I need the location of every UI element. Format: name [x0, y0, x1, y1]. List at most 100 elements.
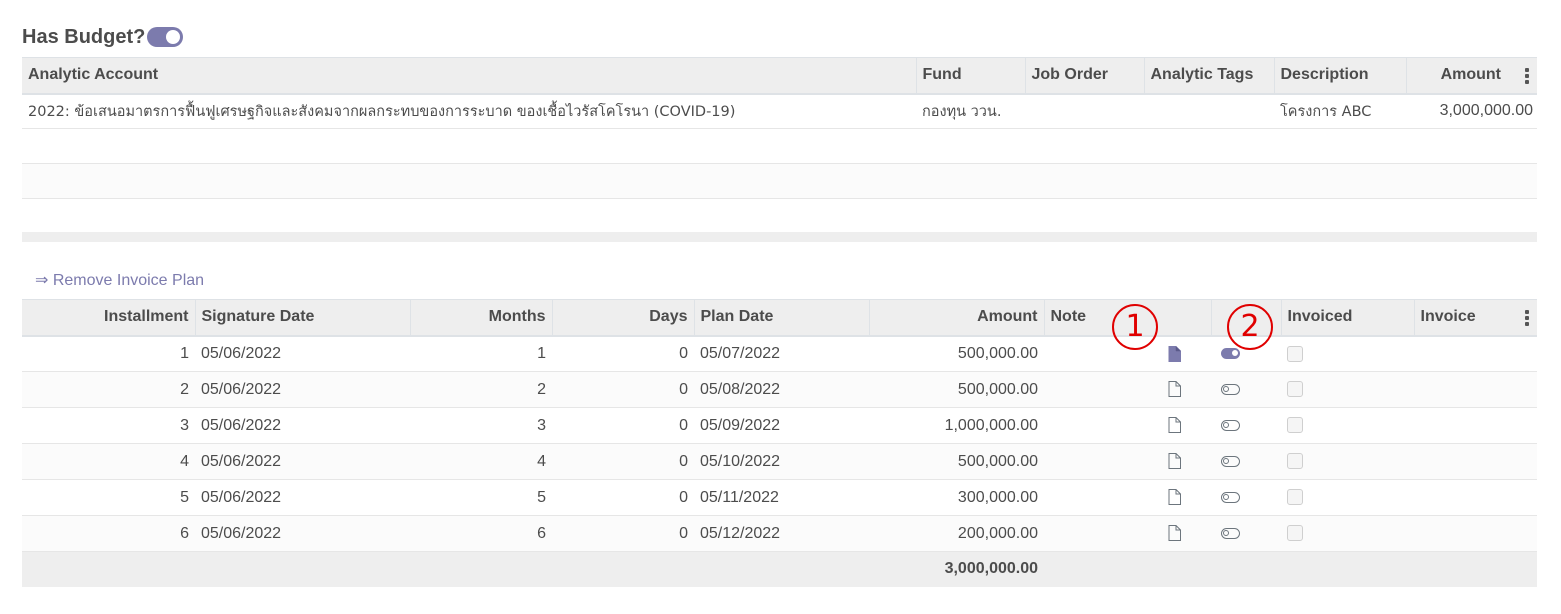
toggle-cell[interactable] [1211, 407, 1281, 444]
analytic-tags-cell[interactable] [1144, 93, 1274, 129]
installment-cell[interactable]: 3 [22, 407, 195, 444]
invoice-cell[interactable] [1414, 335, 1537, 372]
description-cell[interactable]: โครงการ ABC [1274, 93, 1406, 129]
col-description[interactable]: Description [1273, 57, 1406, 95]
document-icon[interactable] [1168, 453, 1181, 470]
invoice-cell[interactable] [1414, 515, 1537, 552]
has-budget-toggle[interactable] [147, 27, 184, 47]
note-cell[interactable] [1044, 371, 1211, 408]
note-cell[interactable] [1044, 515, 1211, 552]
plan-date-cell[interactable]: 05/09/2022 [694, 407, 869, 444]
days-cell[interactable]: 0 [552, 515, 694, 552]
document-icon[interactable] [1168, 489, 1181, 506]
table-row[interactable]: 3 05/06/2022 3 0 05/09/2022 1,000,000.00 [22, 407, 1537, 444]
toggle-icon[interactable] [1221, 348, 1240, 360]
invoiced-cell[interactable] [1281, 515, 1414, 552]
amount-cell[interactable]: 1,000,000.00 [869, 407, 1044, 444]
plan-date-cell[interactable]: 05/10/2022 [694, 443, 869, 480]
signature-date-cell[interactable]: 05/06/2022 [195, 335, 410, 372]
days-cell[interactable]: 0 [552, 443, 694, 480]
invoiced-checkbox[interactable] [1287, 489, 1303, 506]
table-row[interactable]: 2 05/06/2022 2 0 05/08/2022 500,000.00 [22, 371, 1537, 408]
installment-cell[interactable]: 4 [22, 443, 195, 480]
amount-cell[interactable]: 3,000,000.00 [1406, 93, 1537, 129]
table-row[interactable]: 4 05/06/2022 4 0 05/10/2022 500,000.00 [22, 443, 1537, 480]
table-row[interactable]: 1 05/06/2022 1 0 05/07/2022 500,000.00 [22, 335, 1537, 372]
col-analytic-account[interactable]: Analytic Account [22, 57, 916, 95]
table-row[interactable]: 6 05/06/2022 6 0 05/12/2022 200,000.00 [22, 515, 1537, 552]
signature-date-cell[interactable]: 05/06/2022 [195, 479, 410, 516]
document-icon[interactable] [1168, 525, 1181, 542]
document-icon[interactable] [1168, 417, 1181, 434]
toggle-icon[interactable] [1221, 455, 1240, 467]
months-cell[interactable]: 3 [410, 407, 552, 444]
kebab-menu-icon[interactable] [1525, 68, 1529, 84]
invoice-cell[interactable] [1414, 479, 1537, 516]
months-cell[interactable]: 4 [410, 443, 552, 480]
col-analytic-tags[interactable]: Analytic Tags [1143, 57, 1274, 95]
months-cell[interactable]: 1 [410, 335, 552, 372]
analytic-account-cell[interactable]: 2022: ข้อเสนอมาตรการฟื้นฟูเศรษฐกิจและสัง… [22, 93, 916, 129]
col-plan-date[interactable]: Plan Date [693, 299, 869, 337]
invoiced-checkbox[interactable] [1287, 453, 1303, 470]
col-months[interactable]: Months [409, 299, 552, 337]
col-amount[interactable]: Amount [1405, 57, 1537, 95]
note-cell[interactable] [1044, 407, 1211, 444]
table-row[interactable]: 5 05/06/2022 5 0 05/11/2022 300,000.00 [22, 479, 1537, 516]
toggle-icon[interactable] [1221, 383, 1240, 395]
note-cell[interactable] [1044, 479, 1211, 516]
toggle-icon[interactable] [1221, 527, 1240, 539]
plan-date-cell[interactable]: 05/11/2022 [694, 479, 869, 516]
col-installment[interactable]: Installment [22, 299, 195, 337]
col-signature-date[interactable]: Signature Date [194, 299, 410, 337]
toggle-cell[interactable] [1211, 443, 1281, 480]
amount-cell[interactable]: 200,000.00 [869, 515, 1044, 552]
toggle-cell[interactable] [1211, 371, 1281, 408]
days-cell[interactable]: 0 [552, 335, 694, 372]
remove-invoice-plan-link[interactable]: ⇒ Remove Invoice Plan [35, 270, 204, 290]
col-fund[interactable]: Fund [915, 57, 1025, 95]
days-cell[interactable]: 0 [552, 479, 694, 516]
invoiced-cell[interactable] [1281, 407, 1414, 444]
job-order-cell[interactable] [1025, 93, 1144, 129]
plan-date-cell[interactable]: 05/08/2022 [694, 371, 869, 408]
invoiced-cell[interactable] [1281, 371, 1414, 408]
invoiced-cell[interactable] [1281, 443, 1414, 480]
fund-cell[interactable]: กองทุน ววน. [916, 93, 1025, 129]
toggle-icon[interactable] [1221, 491, 1240, 503]
months-cell[interactable]: 6 [410, 515, 552, 552]
invoice-cell[interactable] [1414, 371, 1537, 408]
installment-cell[interactable]: 1 [22, 335, 195, 372]
signature-date-cell[interactable]: 05/06/2022 [195, 515, 410, 552]
budget-row[interactable]: 2022: ข้อเสนอมาตรการฟื้นฟูเศรษฐกิจและสัง… [22, 93, 1537, 129]
amount-cell[interactable]: 500,000.00 [869, 371, 1044, 408]
amount-cell[interactable]: 300,000.00 [869, 479, 1044, 516]
plan-date-cell[interactable]: 05/12/2022 [694, 515, 869, 552]
invoiced-checkbox[interactable] [1287, 525, 1303, 542]
signature-date-cell[interactable]: 05/06/2022 [195, 371, 410, 408]
kebab-menu-icon[interactable] [1525, 310, 1529, 326]
col-job-order[interactable]: Job Order [1024, 57, 1144, 95]
amount-cell[interactable]: 500,000.00 [869, 335, 1044, 372]
invoiced-checkbox[interactable] [1287, 381, 1303, 398]
invoice-cell[interactable] [1414, 407, 1537, 444]
amount-cell[interactable]: 500,000.00 [869, 443, 1044, 480]
invoiced-cell[interactable] [1281, 479, 1414, 516]
document-icon[interactable] [1168, 345, 1181, 362]
invoiced-checkbox[interactable] [1287, 345, 1303, 362]
document-icon[interactable] [1168, 381, 1181, 398]
signature-date-cell[interactable]: 05/06/2022 [195, 407, 410, 444]
note-cell[interactable] [1044, 443, 1211, 480]
col-amount[interactable]: Amount [868, 299, 1044, 337]
days-cell[interactable]: 0 [552, 407, 694, 444]
col-invoiced[interactable]: Invoiced [1280, 299, 1414, 337]
toggle-icon[interactable] [1221, 419, 1240, 431]
installment-cell[interactable]: 5 [22, 479, 195, 516]
invoice-cell[interactable] [1414, 443, 1537, 480]
signature-date-cell[interactable]: 05/06/2022 [195, 443, 410, 480]
invoiced-checkbox[interactable] [1287, 417, 1303, 434]
toggle-cell[interactable] [1211, 479, 1281, 516]
plan-date-cell[interactable]: 05/07/2022 [694, 335, 869, 372]
toggle-cell[interactable] [1211, 515, 1281, 552]
days-cell[interactable]: 0 [552, 371, 694, 408]
